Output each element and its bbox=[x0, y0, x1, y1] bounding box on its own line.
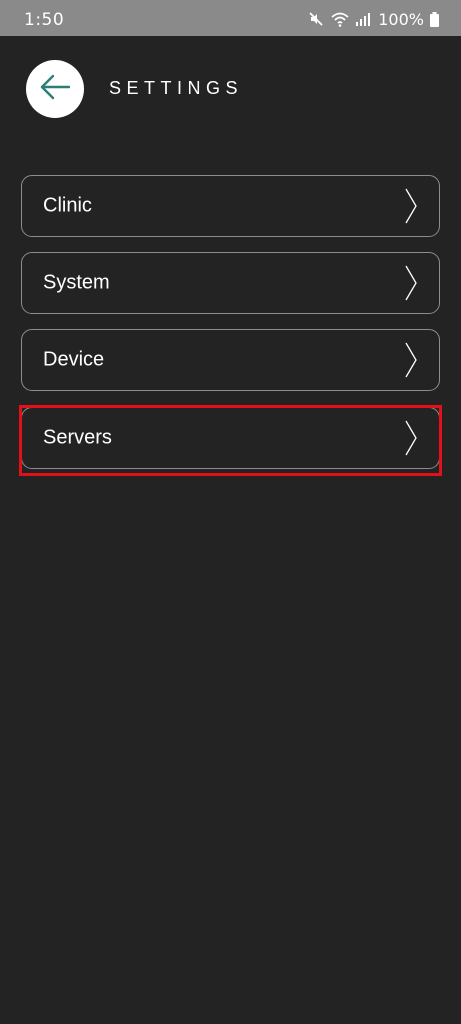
status-icons: 100% bbox=[308, 9, 439, 29]
chevron-right-icon bbox=[405, 420, 417, 456]
status-time: 1:50 bbox=[24, 10, 65, 30]
chevron-right-icon bbox=[405, 188, 417, 224]
menu-item-clinic[interactable]: Clinic bbox=[21, 175, 440, 237]
settings-screen: 1:50 100% SETTINGS Clinic System Device … bbox=[0, 0, 461, 1024]
chevron-right-icon bbox=[405, 342, 417, 378]
menu-item-label: Clinic bbox=[43, 194, 92, 217]
wifi-icon bbox=[330, 11, 350, 27]
menu-item-system[interactable]: System bbox=[21, 252, 440, 314]
chevron-right-icon bbox=[405, 265, 417, 301]
signal-icon bbox=[356, 12, 371, 26]
menu-item-device[interactable]: Device bbox=[21, 329, 440, 391]
battery-percent: 100% bbox=[378, 9, 424, 29]
page-title: SETTINGS bbox=[109, 78, 244, 98]
battery-icon bbox=[430, 11, 439, 27]
arrow-left-icon bbox=[40, 74, 71, 105]
menu-item-label: Servers bbox=[43, 426, 112, 449]
back-button[interactable] bbox=[26, 60, 84, 118]
menu-item-label: System bbox=[43, 271, 110, 294]
menu-item-servers[interactable]: Servers bbox=[21, 407, 440, 469]
menu-item-label: Device bbox=[43, 348, 105, 371]
status-bar: 1:50 100% bbox=[0, 0, 461, 36]
mute-icon bbox=[308, 11, 324, 27]
